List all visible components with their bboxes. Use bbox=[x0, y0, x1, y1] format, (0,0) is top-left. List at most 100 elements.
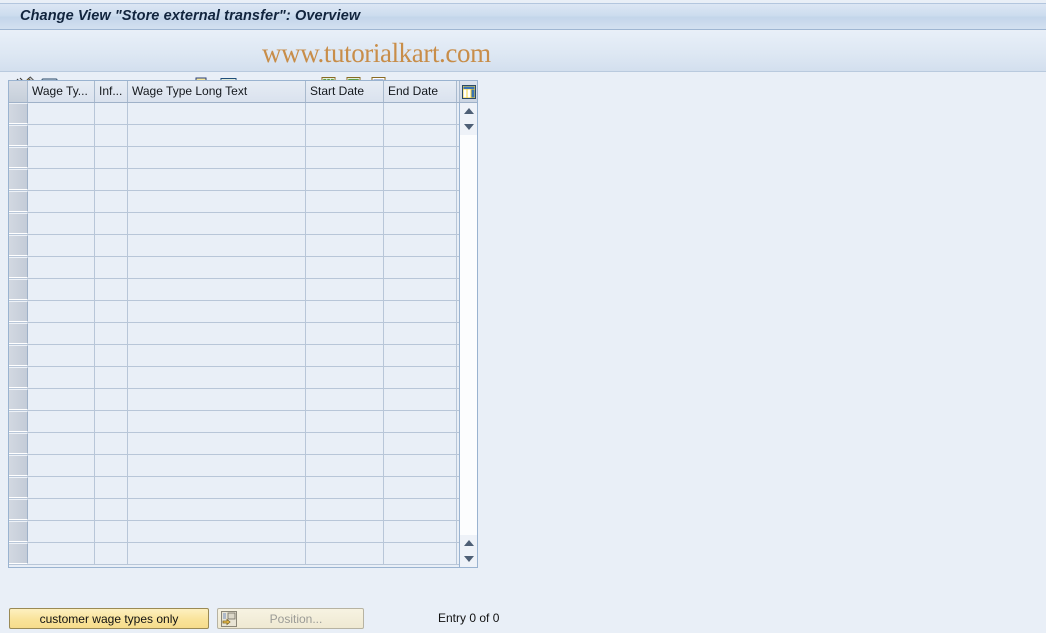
cell-start-date[interactable] bbox=[306, 543, 384, 564]
scroll-down-button-top[interactable] bbox=[460, 119, 477, 135]
cell-infotype[interactable] bbox=[95, 521, 128, 542]
cell-wage-type[interactable] bbox=[28, 125, 95, 146]
scroll-up-button-bottom[interactable] bbox=[460, 535, 477, 551]
column-header-long-text[interactable]: Wage Type Long Text bbox=[128, 81, 306, 102]
cell-end-date[interactable] bbox=[384, 257, 457, 278]
cell-infotype[interactable] bbox=[95, 499, 128, 520]
table-row[interactable] bbox=[9, 191, 459, 213]
cell-long-text[interactable] bbox=[128, 367, 306, 388]
position-button[interactable]: Position... bbox=[217, 608, 364, 629]
cell-long-text[interactable] bbox=[128, 521, 306, 542]
table-row[interactable] bbox=[9, 367, 459, 389]
cell-end-date[interactable] bbox=[384, 543, 457, 564]
column-header-end-date[interactable]: End Date bbox=[384, 81, 457, 102]
row-selector[interactable] bbox=[9, 191, 28, 212]
customer-wage-types-only-button[interactable]: customer wage types only bbox=[9, 608, 209, 629]
cell-infotype[interactable] bbox=[95, 367, 128, 388]
row-selector[interactable] bbox=[9, 235, 28, 256]
table-row[interactable] bbox=[9, 543, 459, 565]
cell-end-date[interactable] bbox=[384, 499, 457, 520]
cell-end-date[interactable] bbox=[384, 455, 457, 476]
cell-wage-type[interactable] bbox=[28, 257, 95, 278]
cell-start-date[interactable] bbox=[306, 147, 384, 168]
cell-long-text[interactable] bbox=[128, 125, 306, 146]
cell-infotype[interactable] bbox=[95, 543, 128, 564]
cell-wage-type[interactable] bbox=[28, 169, 95, 190]
cell-start-date[interactable] bbox=[306, 411, 384, 432]
cell-long-text[interactable] bbox=[128, 433, 306, 454]
cell-start-date[interactable] bbox=[306, 169, 384, 190]
table-row[interactable] bbox=[9, 411, 459, 433]
cell-wage-type[interactable] bbox=[28, 323, 95, 344]
row-selector[interactable] bbox=[9, 257, 28, 278]
row-selector[interactable] bbox=[9, 367, 28, 388]
cell-end-date[interactable] bbox=[384, 169, 457, 190]
cell-wage-type[interactable] bbox=[28, 147, 95, 168]
cell-end-date[interactable] bbox=[384, 191, 457, 212]
column-header-wage-type[interactable]: Wage Ty... bbox=[28, 81, 95, 102]
table-row[interactable] bbox=[9, 279, 459, 301]
cell-wage-type[interactable] bbox=[28, 301, 95, 322]
table-settings-icon[interactable] bbox=[459, 81, 477, 102]
cell-start-date[interactable] bbox=[306, 103, 384, 124]
cell-long-text[interactable] bbox=[128, 235, 306, 256]
cell-long-text[interactable] bbox=[128, 543, 306, 564]
cell-infotype[interactable] bbox=[95, 279, 128, 300]
cell-start-date[interactable] bbox=[306, 455, 384, 476]
cell-end-date[interactable] bbox=[384, 279, 457, 300]
cell-infotype[interactable] bbox=[95, 125, 128, 146]
cell-wage-type[interactable] bbox=[28, 543, 95, 564]
cell-long-text[interactable] bbox=[128, 213, 306, 234]
cell-end-date[interactable] bbox=[384, 433, 457, 454]
cell-end-date[interactable] bbox=[384, 521, 457, 542]
cell-end-date[interactable] bbox=[384, 323, 457, 344]
row-selector[interactable] bbox=[9, 169, 28, 190]
cell-end-date[interactable] bbox=[384, 367, 457, 388]
cell-end-date[interactable] bbox=[384, 125, 457, 146]
cell-wage-type[interactable] bbox=[28, 279, 95, 300]
cell-end-date[interactable] bbox=[384, 389, 457, 410]
cell-infotype[interactable] bbox=[95, 191, 128, 212]
cell-start-date[interactable] bbox=[306, 279, 384, 300]
cell-wage-type[interactable] bbox=[28, 499, 95, 520]
cell-infotype[interactable] bbox=[95, 147, 128, 168]
row-selector[interactable] bbox=[9, 389, 28, 410]
cell-start-date[interactable] bbox=[306, 323, 384, 344]
row-selector[interactable] bbox=[9, 301, 28, 322]
row-selector[interactable] bbox=[9, 521, 28, 542]
cell-end-date[interactable] bbox=[384, 477, 457, 498]
cell-start-date[interactable] bbox=[306, 499, 384, 520]
cell-start-date[interactable] bbox=[306, 191, 384, 212]
cell-long-text[interactable] bbox=[128, 147, 306, 168]
table-row[interactable] bbox=[9, 213, 459, 235]
cell-end-date[interactable] bbox=[384, 103, 457, 124]
row-selector[interactable] bbox=[9, 345, 28, 366]
cell-infotype[interactable] bbox=[95, 345, 128, 366]
cell-wage-type[interactable] bbox=[28, 455, 95, 476]
cell-infotype[interactable] bbox=[95, 433, 128, 454]
cell-long-text[interactable] bbox=[128, 279, 306, 300]
column-header-rowselect[interactable] bbox=[9, 81, 28, 102]
row-selector[interactable] bbox=[9, 213, 28, 234]
scrollbar-track[interactable] bbox=[460, 135, 477, 535]
cell-end-date[interactable] bbox=[384, 147, 457, 168]
cell-wage-type[interactable] bbox=[28, 477, 95, 498]
cell-start-date[interactable] bbox=[306, 367, 384, 388]
cell-infotype[interactable] bbox=[95, 301, 128, 322]
cell-infotype[interactable] bbox=[95, 455, 128, 476]
row-selector[interactable] bbox=[9, 103, 28, 124]
cell-end-date[interactable] bbox=[384, 301, 457, 322]
cell-end-date[interactable] bbox=[384, 213, 457, 234]
table-row[interactable] bbox=[9, 169, 459, 191]
table-row[interactable] bbox=[9, 389, 459, 411]
cell-start-date[interactable] bbox=[306, 125, 384, 146]
row-selector[interactable] bbox=[9, 411, 28, 432]
cell-wage-type[interactable] bbox=[28, 411, 95, 432]
table-row[interactable] bbox=[9, 103, 459, 125]
cell-long-text[interactable] bbox=[128, 169, 306, 190]
column-header-infotype[interactable]: Inf... bbox=[95, 81, 128, 102]
cell-start-date[interactable] bbox=[306, 235, 384, 256]
cell-infotype[interactable] bbox=[95, 235, 128, 256]
cell-end-date[interactable] bbox=[384, 235, 457, 256]
cell-infotype[interactable] bbox=[95, 323, 128, 344]
